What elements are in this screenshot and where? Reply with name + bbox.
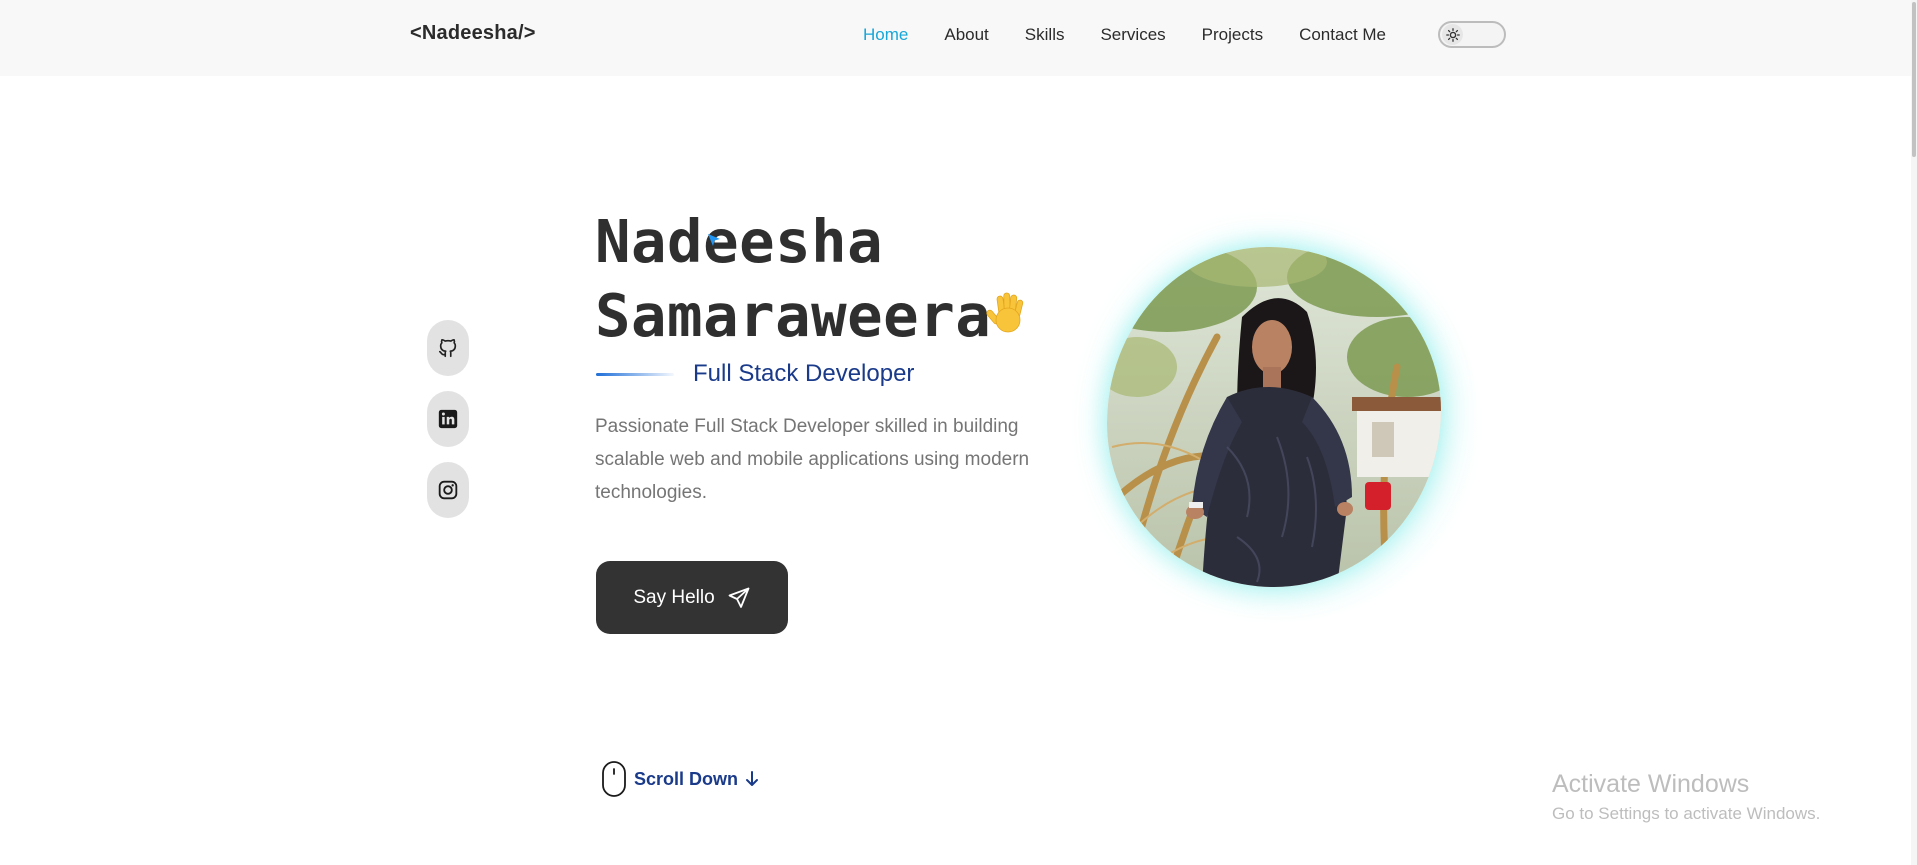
cursor-icon — [708, 234, 720, 246]
main-nav: Home About Skills Services Projects Cont… — [863, 25, 1386, 45]
hero-name: Nadeesha Samaraweera — [595, 205, 1024, 353]
nav-projects[interactable]: Projects — [1202, 25, 1263, 45]
subtitle-line — [596, 373, 674, 376]
hero-name-first: Nadeesha — [595, 207, 884, 276]
waving-hand-icon — [986, 292, 1024, 333]
arrow-down-icon — [746, 771, 759, 786]
scroll-down-link[interactable]: Scroll Down — [601, 760, 759, 798]
scroll-down-label: Scroll Down — [634, 768, 739, 789]
say-hello-label: Say Hello — [633, 586, 715, 608]
linkedin-link[interactable] — [427, 391, 469, 447]
instagram-icon — [438, 480, 458, 500]
nav-skills[interactable]: Skills — [1025, 25, 1065, 45]
hero-name-last: Samaraweera — [595, 281, 992, 350]
profile-photo — [1107, 247, 1441, 587]
sun-icon — [1442, 24, 1463, 45]
github-icon — [438, 338, 457, 358]
site-header: <Nadeesha/> Home About Skills Services P… — [0, 0, 1917, 76]
windows-watermark-subtitle: Go to Settings to activate Windows. — [1552, 804, 1821, 823]
nav-services[interactable]: Services — [1100, 25, 1165, 45]
github-link[interactable] — [427, 320, 469, 376]
nav-contact[interactable]: Contact Me — [1299, 25, 1386, 45]
hero-subtitle: Full Stack Developer — [693, 360, 915, 387]
windows-watermark-title: Activate Windows — [1552, 770, 1750, 798]
paper-plane-icon — [728, 587, 750, 608]
social-links — [427, 320, 469, 533]
linkedin-icon — [438, 409, 458, 429]
scrollbar-thumb[interactable] — [1912, 2, 1916, 157]
say-hello-button[interactable]: Say Hello — [596, 561, 788, 634]
nav-home[interactable]: Home — [863, 25, 908, 45]
site-logo[interactable]: <Nadeesha/> — [410, 22, 536, 45]
page-scrollbar[interactable] — [1911, 0, 1917, 865]
instagram-link[interactable] — [427, 462, 469, 518]
theme-toggle[interactable] — [1438, 21, 1506, 48]
nav-about[interactable]: About — [944, 25, 988, 45]
mouse-icon — [602, 761, 626, 797]
hero-description: Passionate Full Stack Developer skilled … — [595, 416, 1030, 503]
